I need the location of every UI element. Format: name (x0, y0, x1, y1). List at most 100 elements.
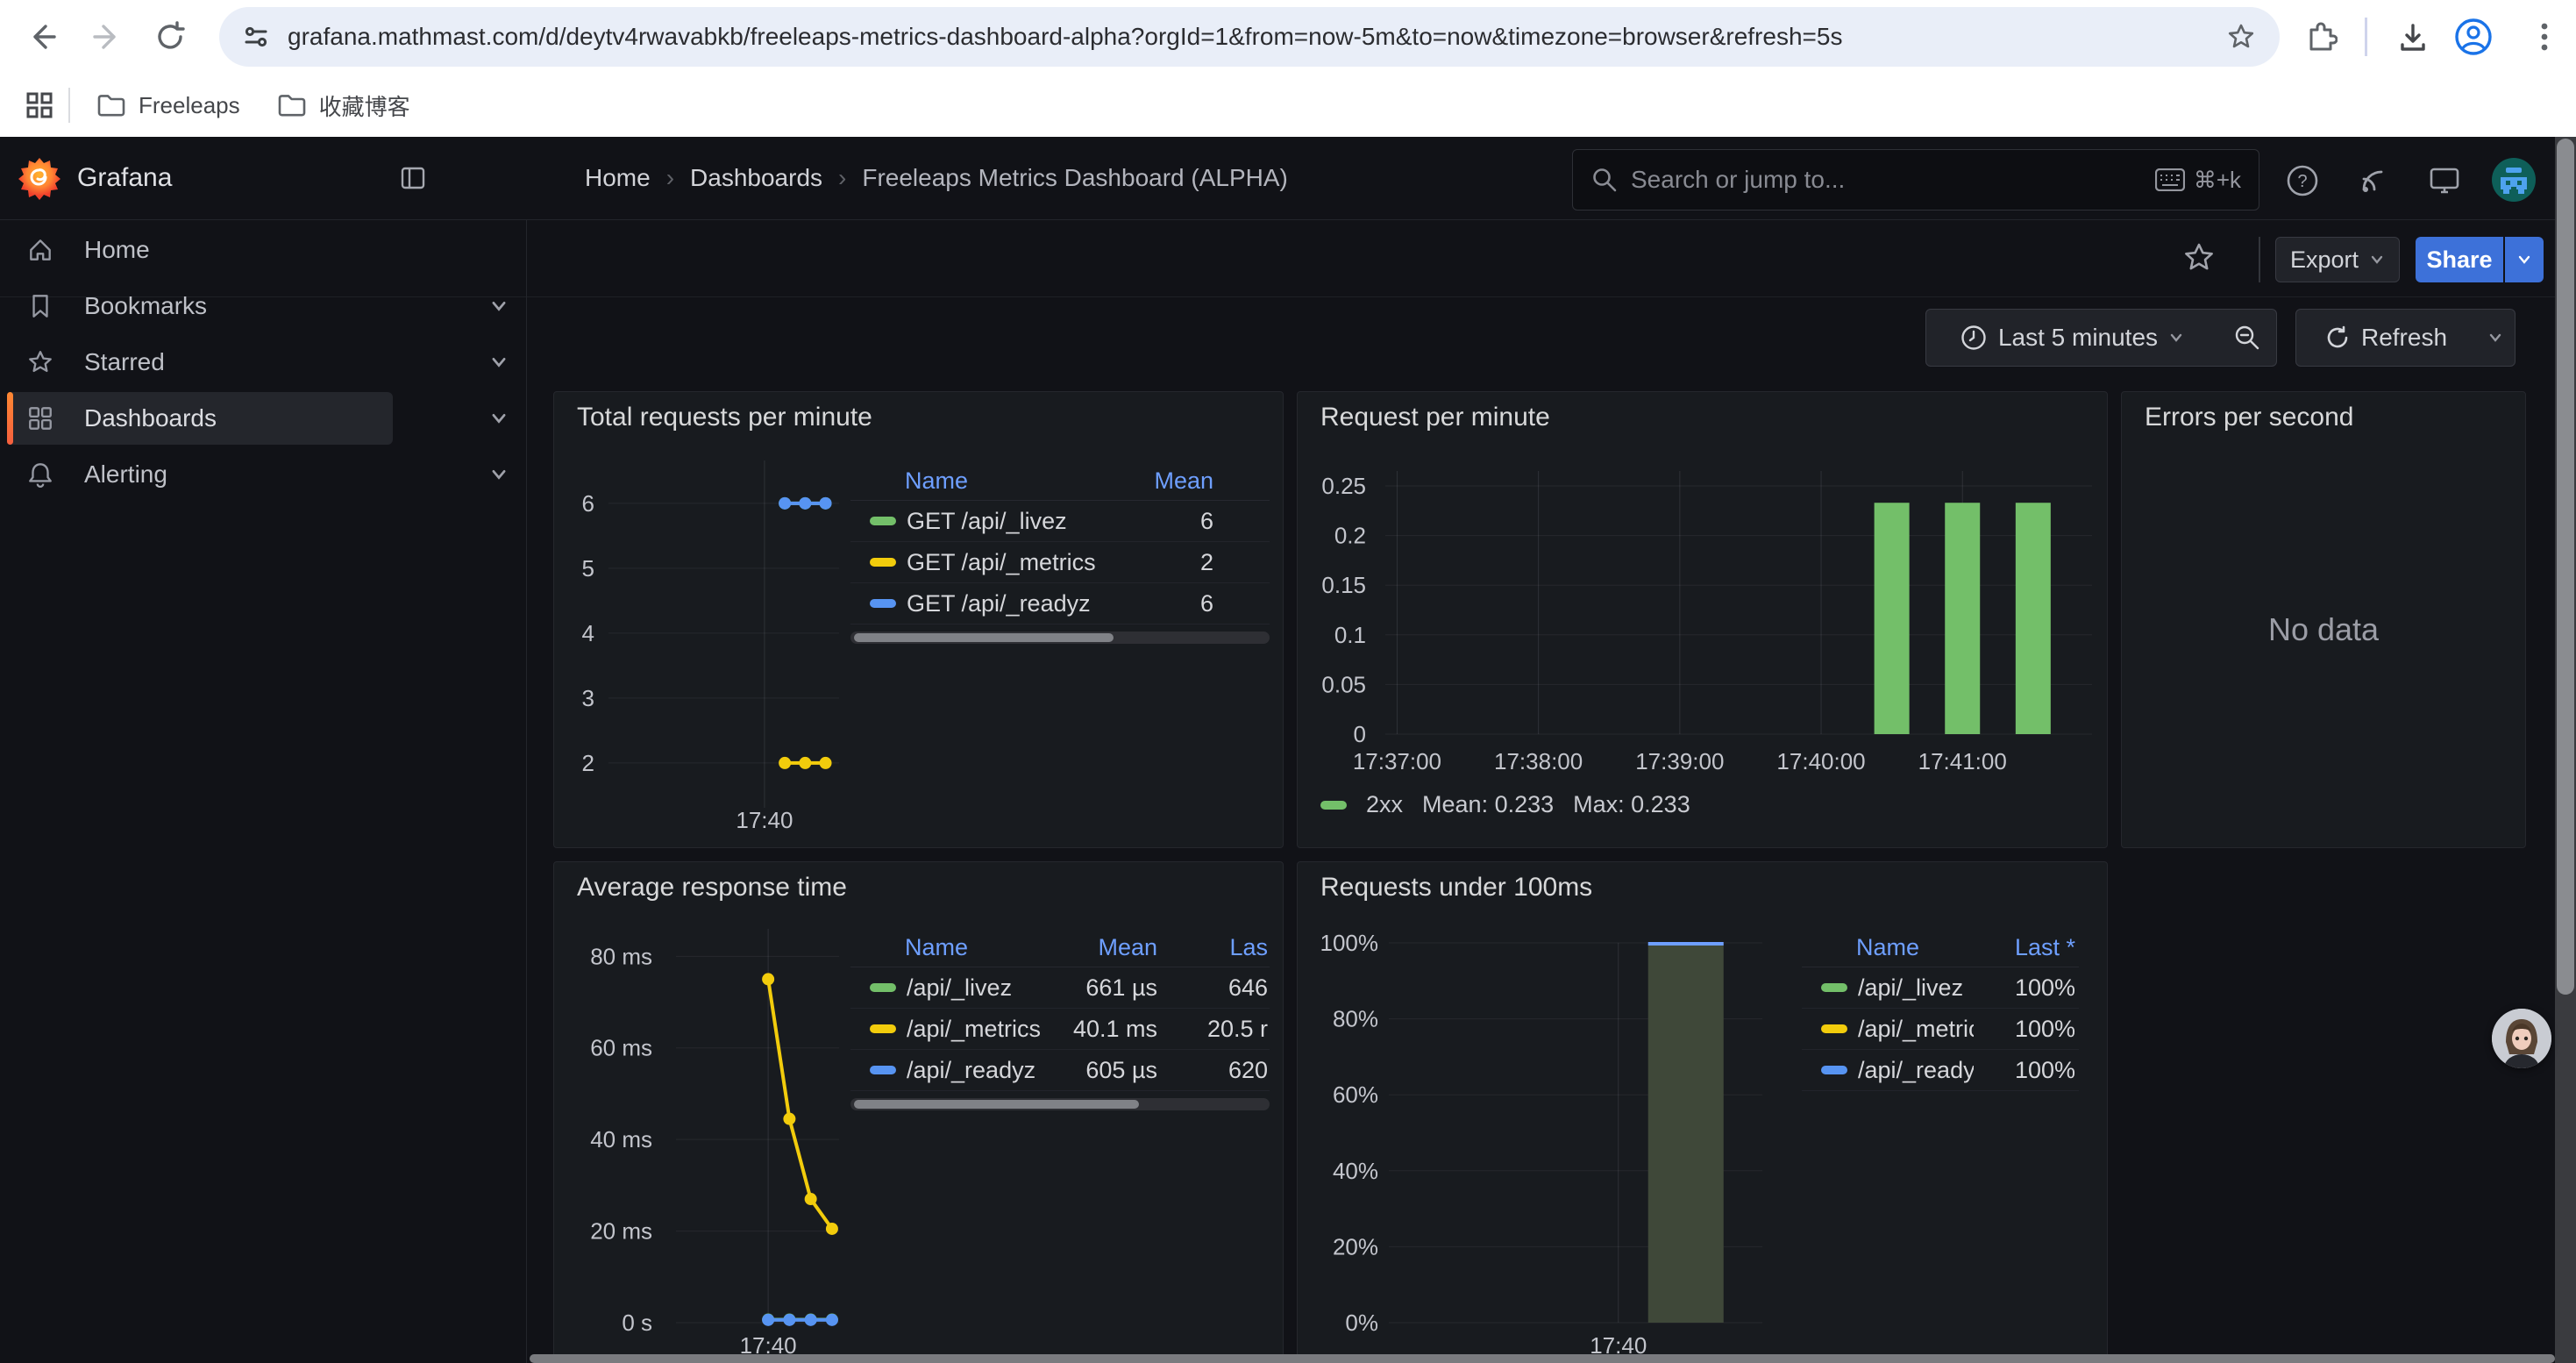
legend-scrollbar[interactable] (850, 1098, 1270, 1110)
panel-average-response-time[interactable]: Average response time 80 ms60 ms40 ms20 … (553, 861, 1284, 1363)
breadcrumb-home[interactable]: Home (585, 164, 651, 192)
sidebar-item-dashboards[interactable]: Dashboards (7, 392, 509, 445)
extensions-icon[interactable] (2304, 21, 2339, 56)
sidebar-item-button[interactable]: Bookmarks (7, 280, 393, 332)
breadcrumb-dashboards[interactable]: Dashboards (690, 164, 822, 192)
user-avatar[interactable] (2492, 158, 2536, 202)
chevron-down-icon[interactable] (489, 296, 509, 316)
monitor-icon[interactable] (2427, 163, 2462, 198)
legend-row[interactable]: GET /api/_readyz6 (850, 583, 1270, 624)
series-color-pill[interactable] (1821, 1024, 1847, 1033)
refresh-interval-button[interactable] (2475, 309, 2516, 367)
svg-text:17:38:00: 17:38:00 (1494, 748, 1583, 774)
sidebar-item-home[interactable]: Home (7, 224, 509, 276)
series-color-pill[interactable] (870, 517, 896, 525)
legend-row[interactable]: /api/_livez100% (1802, 967, 2079, 1009)
apps-grid-icon[interactable] (23, 89, 56, 122)
legend-table[interactable]: NameLast */api/_livez100%/api/_metrics10… (1802, 929, 2079, 1091)
sidebar-item-button[interactable]: Alerting (7, 448, 393, 501)
share-button[interactable]: Share (2416, 237, 2503, 282)
legend-row[interactable]: /api/_metrics100% (1802, 1009, 2079, 1050)
bookmark-icon (26, 292, 54, 320)
legend-header[interactable]: NameMeanLas (850, 929, 1270, 967)
vertical-scrollbar-thumb[interactable] (2557, 139, 2574, 995)
zoom-out-button[interactable] (2217, 309, 2277, 367)
legend-scrollbar[interactable] (850, 632, 1270, 644)
forward-icon[interactable] (89, 19, 125, 54)
svg-text:20 ms: 20 ms (590, 1218, 652, 1245)
refresh-button[interactable]: Refresh (2295, 309, 2476, 367)
dock-menu-icon[interactable] (400, 165, 426, 191)
sidebar-item-button[interactable]: Home (7, 224, 393, 276)
legend-row[interactable]: /api/_readyz605 µs620 (850, 1050, 1270, 1091)
chart-legend[interactable]: 2xxMean: 0.233Max: 0.233 (1320, 791, 1690, 818)
bookmark-folder-blogs[interactable]: 收藏博客 (275, 89, 410, 122)
back-icon[interactable] (25, 19, 60, 54)
export-button[interactable]: Export (2275, 237, 2400, 282)
keyboard-icon (2155, 168, 2185, 191)
sidebar-item-button[interactable]: Starred (7, 336, 393, 389)
series-color-pill[interactable] (1821, 983, 1847, 992)
panel-request-per-minute[interactable]: Request per minute 0.250.20.150.10.05017… (1297, 391, 2108, 848)
search-shortcut: ⌘+k (2155, 167, 2241, 194)
svg-text:80%: 80% (1333, 1006, 1378, 1032)
series-color-pill[interactable] (870, 599, 896, 608)
help-icon[interactable]: ? (2285, 163, 2320, 198)
sidebar-item-starred[interactable]: Starred (7, 336, 509, 389)
series-color-pill[interactable] (1320, 801, 1347, 810)
series-color-pill[interactable] (870, 558, 896, 567)
panel-total-requests[interactable]: Total requests per minute 6543217:40 Nam… (553, 391, 1284, 848)
panel-errors-per-second[interactable]: Errors per second No data (2121, 391, 2526, 848)
downloads-icon[interactable] (2395, 20, 2430, 55)
series-color-pill[interactable] (870, 1024, 896, 1033)
chevron-down-icon[interactable] (489, 409, 509, 428)
news-rss-icon[interactable] (2355, 163, 2390, 198)
legend-row[interactable]: /api/_readyz100% (1802, 1050, 2079, 1091)
horizontal-scrollbar[interactable] (530, 1354, 2555, 1363)
no-data-message: No data (2122, 611, 2525, 648)
brand: Grafana (18, 149, 509, 207)
legend-table[interactable]: NameMeanGET /api/_livez6GET /api/_metric… (850, 462, 1270, 644)
series-color-pill[interactable] (870, 983, 896, 992)
grafana-logo-icon[interactable] (18, 156, 61, 200)
bookmark-star-icon[interactable] (2225, 21, 2257, 53)
series-color-pill[interactable] (870, 1066, 896, 1074)
browser-menu-icon[interactable] (2527, 19, 2562, 54)
panel-requests-under-100ms[interactable]: Requests under 100ms 100%80%60%40%20%0%1… (1297, 861, 2108, 1363)
sidebar-item-alerting[interactable]: Alerting (7, 448, 509, 501)
legend-row[interactable]: /api/_livez661 µs646 (850, 967, 1270, 1009)
panel-title[interactable]: Errors per second (2145, 403, 2353, 432)
series-name[interactable]: 2xx (1366, 791, 1403, 818)
site-settings-icon[interactable] (242, 23, 270, 51)
refresh-icon (2324, 325, 2351, 351)
star-dashboard-icon[interactable] (2181, 240, 2217, 275)
legend-header[interactable]: NameLast * (1802, 929, 2079, 967)
series-color-pill[interactable] (1821, 1066, 1847, 1074)
svg-text:5: 5 (582, 555, 594, 582)
sidebar-item-button[interactable]: Dashboards (7, 392, 393, 445)
sidebar-item-bookmarks[interactable]: Bookmarks (7, 280, 509, 332)
legend-row[interactable]: /api/_metrics40.1 ms20.5 r (850, 1009, 1270, 1050)
chevron-down-icon[interactable] (489, 353, 509, 372)
reload-icon[interactable] (153, 19, 188, 54)
share-menu-button[interactable] (2505, 237, 2544, 282)
svg-text:17:37:00: 17:37:00 (1353, 748, 1441, 774)
svg-text:40 ms: 40 ms (590, 1126, 652, 1152)
legend-header[interactable]: NameMean (850, 462, 1270, 501)
url-bar[interactable]: grafana.mathmast.com/d/deytv4rwavabkb/fr… (219, 7, 2280, 67)
search-input[interactable]: Search or jump to... ⌘+k (1572, 149, 2259, 211)
legend-row[interactable]: GET /api/_livez6 (850, 501, 1270, 542)
chevron-down-icon[interactable] (489, 465, 509, 484)
screen: grafana.mathmast.com/d/deytv4rwavabkb/fr… (0, 0, 2576, 1363)
time-range-picker[interactable]: Last 5 minutes (1925, 309, 2218, 367)
svg-text:17:40: 17:40 (736, 807, 793, 833)
assistant-avatar[interactable] (2492, 1009, 2551, 1068)
legend-table[interactable]: NameMeanLas/api/_livez661 µs646/api/_met… (850, 929, 1270, 1110)
bookmark-folder-freeleaps[interactable]: Freeleaps (95, 89, 240, 121)
legend-row[interactable]: GET /api/_metrics2 (850, 542, 1270, 583)
url-text[interactable]: grafana.mathmast.com/d/deytv4rwavabkb/fr… (288, 23, 2225, 51)
svg-text:60 ms: 60 ms (590, 1035, 652, 1061)
chevron-down-icon (2369, 252, 2385, 268)
clock-icon (1960, 324, 1988, 352)
profile-icon[interactable] (2453, 17, 2488, 52)
